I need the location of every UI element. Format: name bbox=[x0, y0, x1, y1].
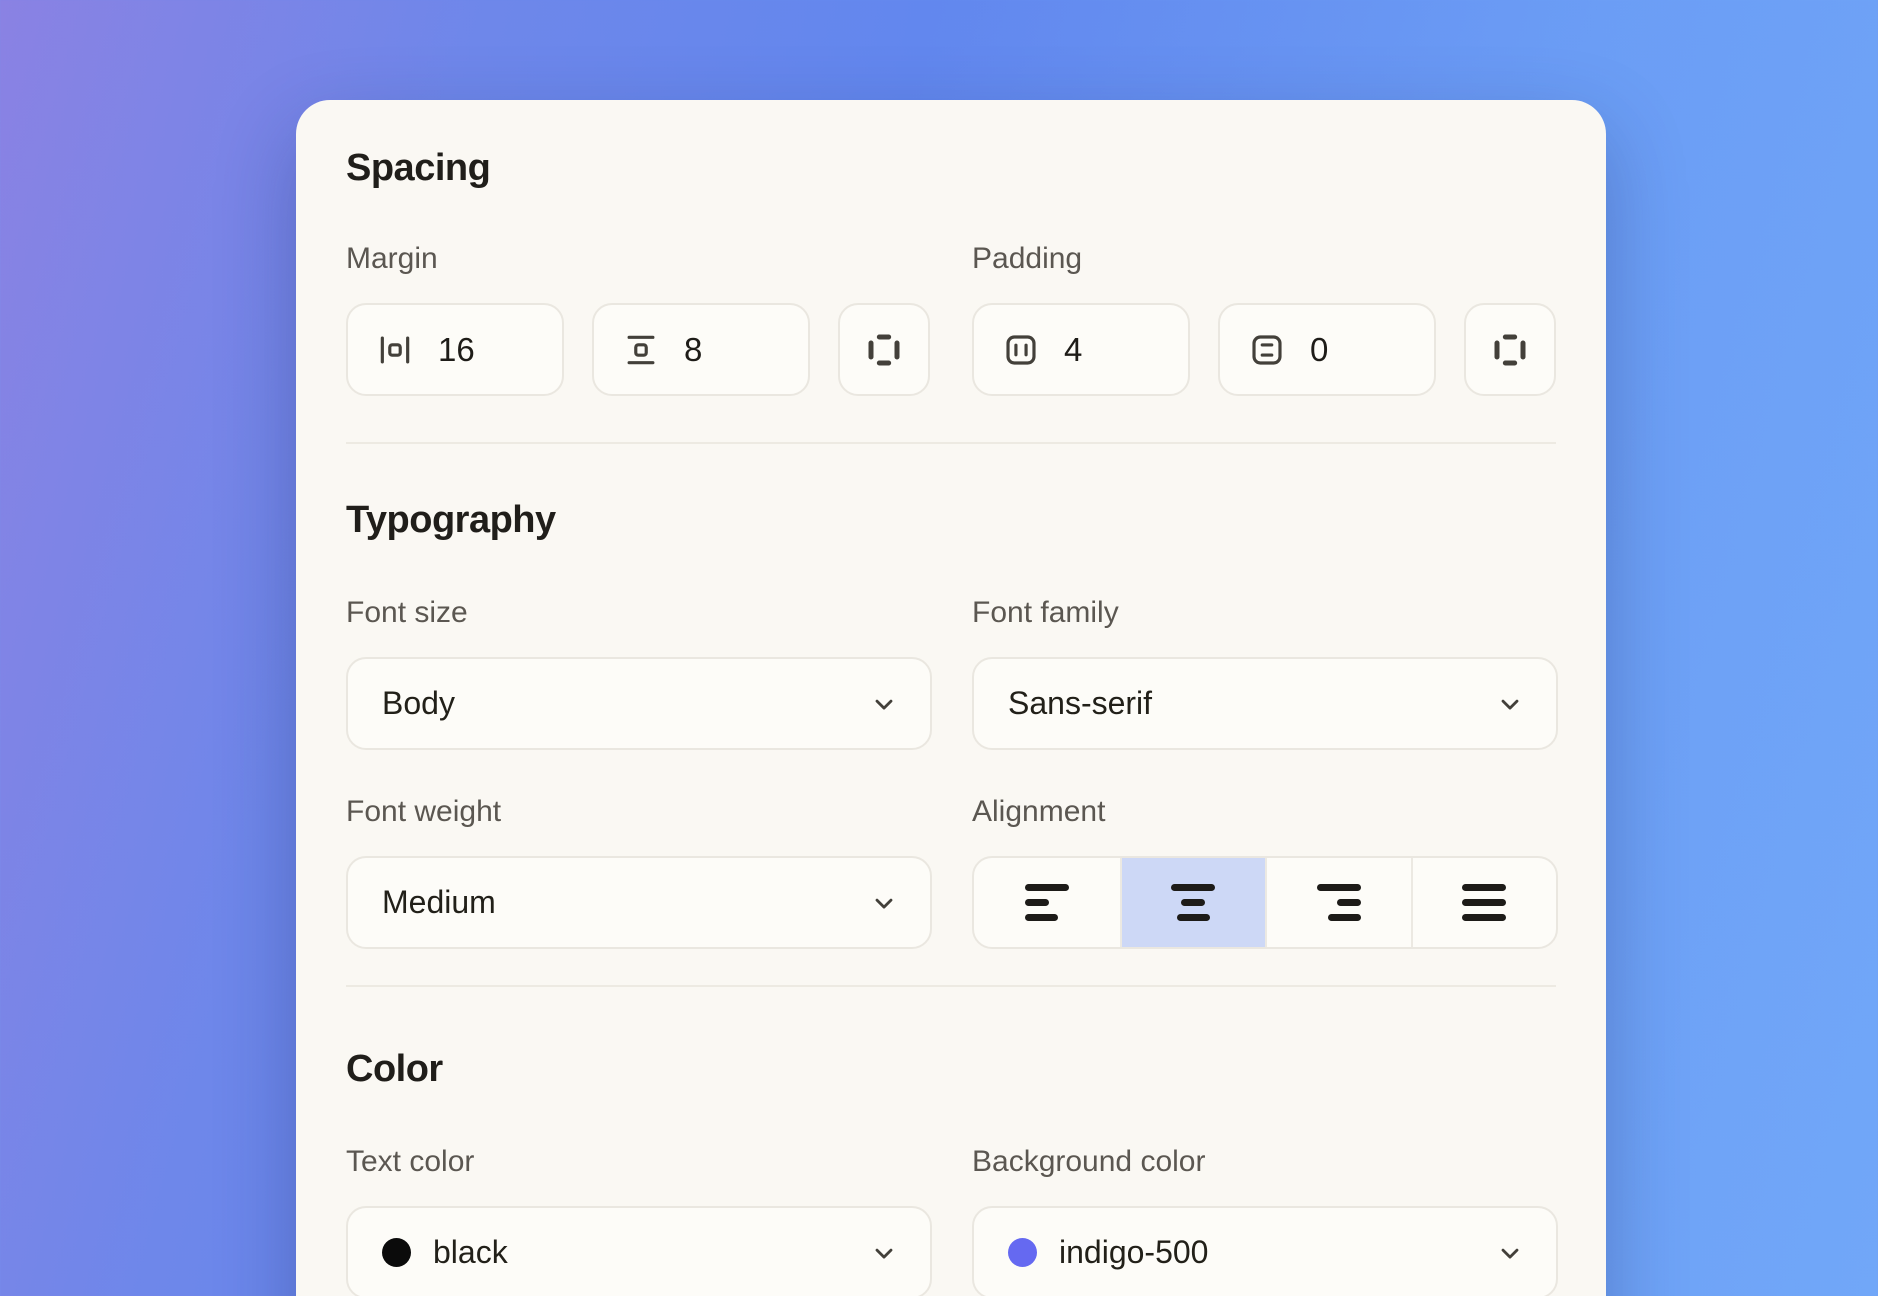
font-size-label: Font size bbox=[346, 595, 932, 631]
individual-sides-icon bbox=[1490, 330, 1530, 370]
margin-label: Margin bbox=[346, 241, 932, 277]
alignment-label: Alignment bbox=[972, 794, 1558, 830]
text-color-value: black bbox=[433, 1234, 508, 1271]
margin-horizontal-value: 16 bbox=[438, 331, 475, 369]
padding-horizontal-value: 4 bbox=[1064, 331, 1082, 369]
padding-horizontal-icon bbox=[1002, 331, 1040, 369]
align-right-icon bbox=[1317, 884, 1361, 921]
chevron-down-icon bbox=[870, 690, 898, 718]
chevron-down-icon bbox=[1496, 690, 1524, 718]
background-color-value: indigo-500 bbox=[1059, 1234, 1208, 1271]
font-weight-dropdown[interactable]: Medium bbox=[346, 856, 932, 949]
padding-vertical-input[interactable]: 0 bbox=[1218, 303, 1436, 396]
background-color-dropdown[interactable]: indigo-500 bbox=[972, 1206, 1558, 1296]
font-family-value: Sans-serif bbox=[1008, 685, 1152, 722]
style-inspector-panel: Spacing Margin Padding 16 8 bbox=[296, 100, 1606, 1296]
align-justify-button[interactable] bbox=[1411, 858, 1557, 947]
padding-individual-sides-button[interactable] bbox=[1464, 303, 1556, 396]
font-weight-label: Font weight bbox=[346, 794, 932, 830]
text-color-dropdown[interactable]: black bbox=[346, 1206, 932, 1296]
margin-vertical-value: 8 bbox=[684, 331, 702, 369]
font-size-value: Body bbox=[382, 685, 455, 722]
margin-vertical-icon bbox=[622, 331, 660, 369]
chevron-down-icon bbox=[870, 1239, 898, 1267]
background-color-swatch bbox=[1008, 1238, 1037, 1267]
individual-sides-icon bbox=[864, 330, 904, 370]
padding-controls: 4 0 bbox=[972, 303, 1558, 396]
padding-vertical-value: 0 bbox=[1310, 331, 1328, 369]
text-color-swatch bbox=[382, 1238, 411, 1267]
font-weight-value: Medium bbox=[382, 884, 496, 921]
align-right-button[interactable] bbox=[1265, 858, 1411, 947]
chevron-down-icon bbox=[870, 889, 898, 917]
align-justify-icon bbox=[1462, 884, 1506, 921]
font-family-dropdown[interactable]: Sans-serif bbox=[972, 657, 1558, 750]
margin-individual-sides-button[interactable] bbox=[838, 303, 930, 396]
align-left-button[interactable] bbox=[974, 858, 1120, 947]
text-color-label: Text color bbox=[346, 1144, 932, 1180]
align-center-icon bbox=[1171, 884, 1215, 921]
align-center-button[interactable] bbox=[1120, 858, 1266, 947]
section-divider bbox=[346, 985, 1556, 987]
font-family-label: Font family bbox=[972, 595, 1558, 631]
color-section-title: Color bbox=[346, 1047, 1556, 1092]
section-divider bbox=[346, 442, 1556, 444]
align-left-icon bbox=[1025, 884, 1069, 921]
font-size-dropdown[interactable]: Body bbox=[346, 657, 932, 750]
padding-vertical-icon bbox=[1248, 331, 1286, 369]
margin-controls: 16 8 bbox=[346, 303, 932, 396]
typography-section-title: Typography bbox=[346, 498, 1556, 543]
alignment-button-group bbox=[972, 856, 1558, 949]
background-color-label: Background color bbox=[972, 1144, 1558, 1180]
padding-label: Padding bbox=[972, 241, 1558, 277]
chevron-down-icon bbox=[1496, 1239, 1524, 1267]
padding-horizontal-input[interactable]: 4 bbox=[972, 303, 1190, 396]
spacing-section-title: Spacing bbox=[346, 146, 1556, 191]
margin-horizontal-icon bbox=[376, 331, 414, 369]
margin-vertical-input[interactable]: 8 bbox=[592, 303, 810, 396]
margin-horizontal-input[interactable]: 16 bbox=[346, 303, 564, 396]
